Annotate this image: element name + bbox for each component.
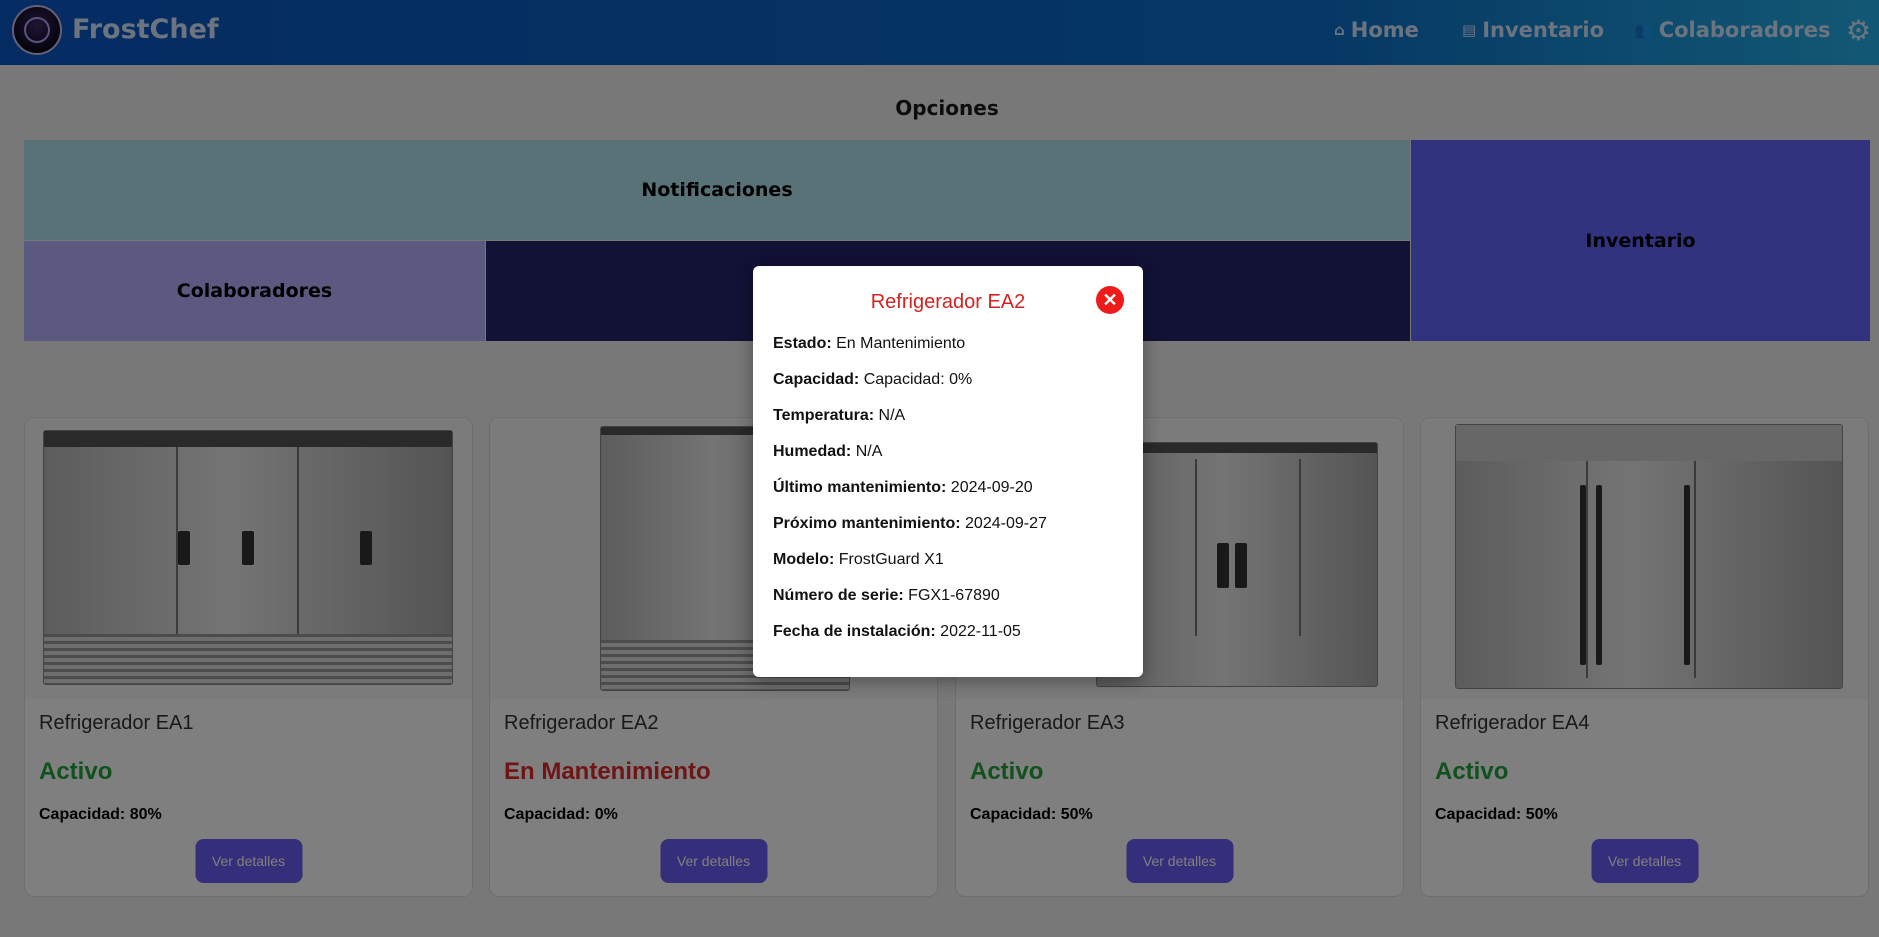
detail-value: En Mantenimiento: [836, 335, 966, 352]
detail-label: Capacidad:: [773, 371, 860, 388]
detail-row-humedad: Humedad: N/A: [773, 443, 882, 461]
detail-value: FrostGuard X1: [838, 551, 944, 568]
detail-row-numero-serie: Número de serie: FGX1-67890: [773, 587, 1000, 605]
detail-label: Temperatura:: [773, 407, 875, 424]
detail-row-temperatura: Temperatura: N/A: [773, 407, 905, 425]
details-modal: Refrigerador EA2 ✕ Estado: En Mantenimie…: [753, 266, 1143, 677]
detail-row-modelo: Modelo: FrostGuard X1: [773, 551, 944, 569]
detail-value: Capacidad: 0%: [863, 371, 973, 388]
modal-title: Refrigerador EA2: [870, 291, 1026, 313]
detail-row-capacidad: Capacidad: Capacidad: 0%: [773, 371, 972, 389]
detail-value: N/A: [878, 407, 906, 424]
detail-row-fecha-instalacion: Fecha de instalación: 2022-11-05: [773, 623, 1021, 641]
detail-value: 2024-09-27: [965, 515, 1047, 532]
detail-value: 2024-09-20: [950, 479, 1033, 496]
detail-row-proximo-mantenimiento: Próximo mantenimiento: 2024-09-27: [773, 515, 1047, 533]
close-icon[interactable]: ✕: [1096, 286, 1124, 314]
detail-label: Fecha de instalación:: [773, 623, 936, 640]
detail-label: Último mantenimiento:: [773, 479, 947, 496]
detail-label: Humedad:: [773, 443, 852, 460]
detail-label: Estado:: [773, 335, 832, 352]
detail-value: FGX1-67890: [908, 587, 1000, 604]
detail-row-ultimo-mantenimiento: Último mantenimiento: 2024-09-20: [773, 479, 1033, 497]
detail-label: Modelo:: [773, 551, 835, 568]
detail-value: N/A: [855, 443, 883, 460]
detail-label: Próximo mantenimiento:: [773, 515, 961, 532]
detail-row-estado: Estado: En Mantenimiento: [773, 335, 965, 353]
detail-value: 2022-11-05: [940, 623, 1021, 640]
detail-label: Número de serie:: [773, 587, 904, 604]
